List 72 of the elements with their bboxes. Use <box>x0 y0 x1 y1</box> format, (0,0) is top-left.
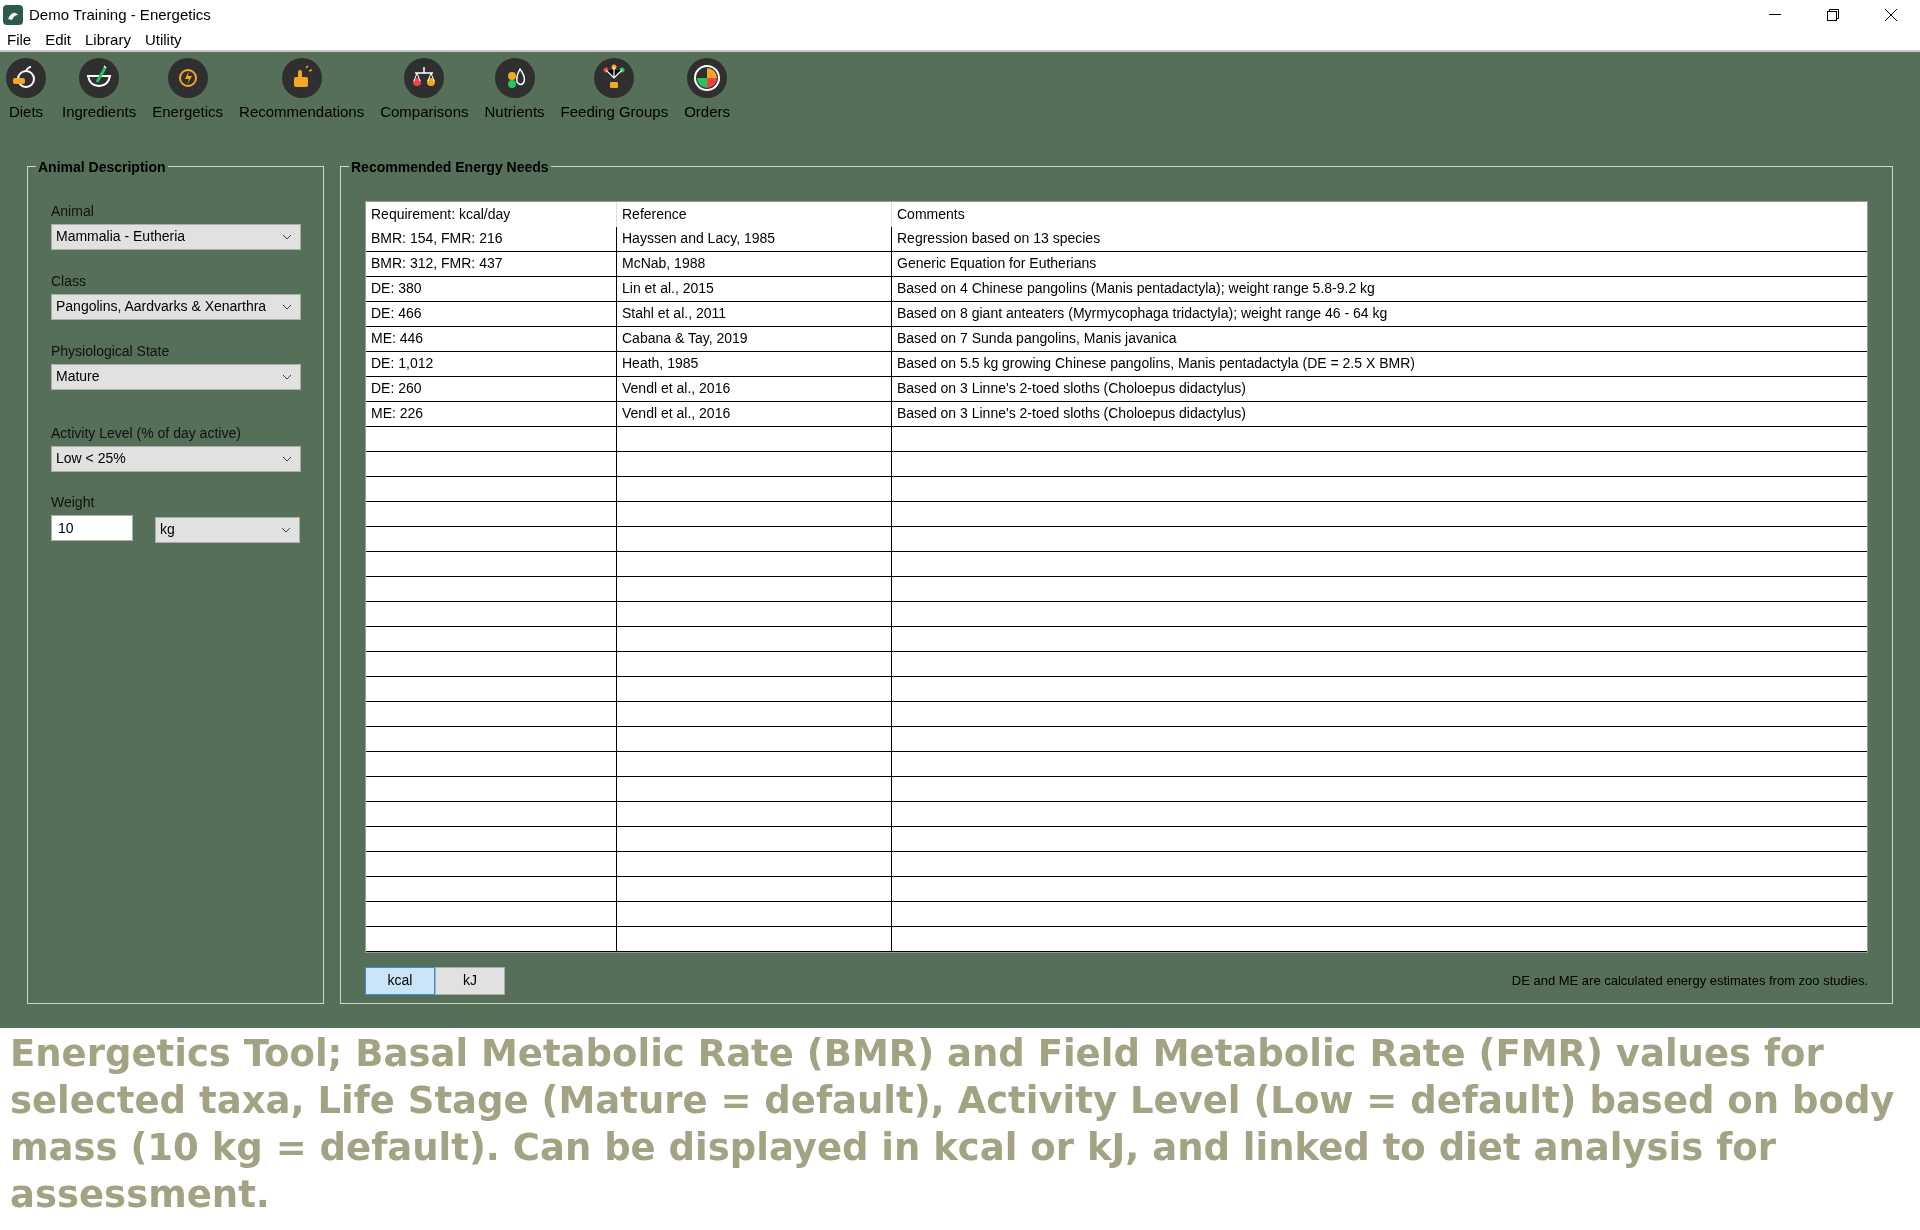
menu-item[interactable]: Edit <box>45 28 72 52</box>
table-cell: Vendl et al., 2016 <box>616 401 891 426</box>
menu-item[interactable]: Utility <box>144 28 182 52</box>
dropdown[interactable]: Low < 25% <box>51 445 301 472</box>
table-cell-text: BMR: 154, FMR: 216 <box>370 229 504 248</box>
chevron-down-icon <box>282 303 292 310</box>
field-label: Physiological State <box>51 341 171 361</box>
dropdown[interactable]: kg <box>155 516 300 543</box>
table-cell: Heath, 1985 <box>616 351 891 376</box>
toolbar-button[interactable]: Energetics <box>152 58 224 124</box>
field-label: Animal <box>51 201 95 221</box>
caption: Energetics Tool; Basal Metabolic Rate (BMR) and Field Metabolic Rate (FMR) values for selected taxa, Life Stage (Mature = default), Activity Level (Low = default) based on body mass (10 kg = default). Can be displayed in kcal or kJ, and linked to diet analysis for assessment. <box>9 1031 1896 1218</box>
table-cell: Based on 7 Sunda pangolins, Manis javanica <box>891 326 1867 351</box>
weight-input[interactable]: 10 <box>51 514 133 541</box>
minimize-icon <box>1769 14 1781 16</box>
window-title: Demo Training - Energetics <box>29 4 211 25</box>
table-cell: Vendl et al., 2016 <box>616 376 891 401</box>
table-cell: Based on 3 Linne's 2-toed sloths (Choloepus didactylus) <box>891 376 1867 401</box>
toolbar-button[interactable]: Recommendations <box>239 58 365 124</box>
table-cell-text: ME: 446 <box>370 329 425 348</box>
table-cell: Based on 3 Linne's 2-toed sloths (Choloepus didactylus) <box>891 401 1867 426</box>
table-cell-text: DE: 260 <box>370 379 423 398</box>
toolbar-icon <box>594 58 635 98</box>
field-label: Weight <box>51 492 96 512</box>
menu-item[interactable]: File <box>7 28 32 52</box>
toolbar-icon <box>281 58 322 98</box>
menu-item[interactable]: Library <box>85 28 131 52</box>
toolbar-icon <box>79 58 120 98</box>
chevron-down-icon <box>282 233 292 240</box>
table-cell: Generic Equation for Eutherians <box>891 251 1867 276</box>
table-cell: Based on 4 Chinese pangolins (Manis pentadactyla); weight range 5.8-9.2 kg <box>891 276 1867 301</box>
toolbar-icon <box>167 58 208 98</box>
chevron-down-icon <box>282 455 292 462</box>
dropdown[interactable]: Mature <box>51 363 301 390</box>
table-cell: Regression based on 13 species <box>891 226 1867 251</box>
table-cell: McNab, 1988 <box>616 251 891 276</box>
unit-tab[interactable]: kcal <box>365 966 435 995</box>
dropdown[interactable]: Pangolins, Aardvarks & Xenarthra <box>51 293 301 320</box>
field-label: Class <box>51 271 87 291</box>
close-icon <box>1885 9 1897 21</box>
table-cell: Based on 8 giant anteaters (Myrmycophaga tridactyla); weight range 46 - 64 kg <box>891 301 1867 326</box>
table-cell: Cabana & Tay, 2019 <box>616 326 891 351</box>
toolbar-button[interactable]: Feeding Groups <box>560 58 669 124</box>
toolbar-button[interactable]: Ingredients <box>62 58 137 124</box>
toolbar-icon <box>404 58 445 98</box>
table-cell-text: BMR: 312, FMR: 437 <box>370 254 504 273</box>
chevron-down-icon <box>281 526 291 533</box>
toolbar-button[interactable]: Orders <box>684 58 730 124</box>
field-label: Activity Level (% of day active) <box>51 423 242 443</box>
toolbar-icon <box>6 58 46 98</box>
toolbar-button[interactable]: Diets <box>6 58 46 124</box>
table-cell: Stahl et al., 2011 <box>616 301 891 326</box>
toolbar-button[interactable]: Nutrients <box>484 58 545 124</box>
app-logo-icon <box>3 5 23 25</box>
table-cell-text: DE: 380 <box>370 279 423 298</box>
table-cell-text: DE: 466 <box>370 304 423 323</box>
toolbar-button[interactable]: Comparisons <box>380 58 469 124</box>
column-header: Comments <box>891 201 1867 227</box>
restore-icon <box>1827 9 1839 21</box>
table-cell: Based on 5.5 kg growing Chinese pangolins, Manis pentadactyla (DE = 2.5 X BMR) <box>891 351 1867 376</box>
footnote: DE and ME are calculated energy estimates from zoo studies. <box>1511 971 1868 990</box>
chevron-down-icon <box>282 373 292 380</box>
table-cell: Lin et al., 2015 <box>616 276 891 301</box>
column-header: Requirement: kcal/day <box>370 204 512 224</box>
toolbar-icon <box>687 58 728 98</box>
dropdown[interactable]: Mammalia - Eutheria <box>51 223 301 250</box>
unit-tab[interactable]: kJ <box>435 966 505 995</box>
toolbar-icon <box>494 58 535 98</box>
table-cell-text: ME: 226 <box>370 404 425 423</box>
table-cell-text: DE: 1,012 <box>370 354 435 373</box>
column-header: Reference <box>616 201 891 227</box>
table-cell: Hayssen and Lacy, 1985 <box>616 226 891 251</box>
